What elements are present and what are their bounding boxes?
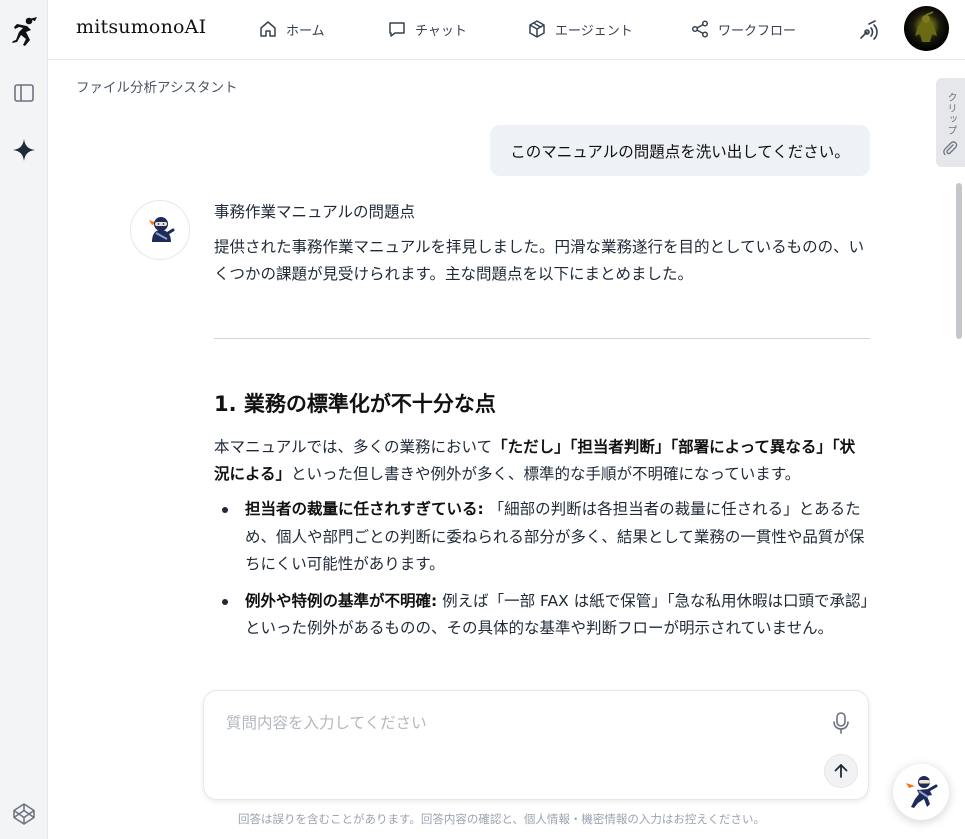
issue-list: 担当者の裁量に任されすぎている: 「細部の判断は各担当者の裁量に任される」とある… — [214, 496, 870, 652]
signal-icon[interactable] — [857, 18, 881, 42]
user-avatar[interactable] — [904, 6, 949, 51]
content-fade — [48, 668, 956, 692]
share-icon — [691, 20, 709, 38]
answer-intro: 提供された事務作業マニュアルを拝見しました。円滑な業務遂行を目的としているものの… — [214, 238, 865, 283]
assistant-fab-button[interactable] — [893, 764, 949, 820]
list-item-heading: 例外や特例の基準が不明確: — [245, 591, 438, 610]
nav-workflow[interactable]: ワークフロー — [690, 17, 796, 41]
codepen-icon[interactable] — [8, 798, 40, 830]
microphone-icon[interactable] — [830, 711, 852, 735]
paperclip-icon — [942, 140, 958, 160]
assistant-avatar — [130, 200, 190, 260]
home-icon — [260, 21, 276, 37]
chat-icon — [389, 22, 405, 37]
nav-workflow-label: ワークフロー — [718, 23, 797, 39]
section-heading: 1. 業務の標準化が不十分な点 — [214, 392, 496, 416]
para-text-before: 本マニュアルでは、多くの業務において — [214, 438, 493, 456]
disclaimer-text: 回答は誤りを含むことがあります。回答内容の確認と、個人情報・機密情報の入力はお控… — [237, 812, 766, 826]
chat-composer — [203, 690, 869, 800]
top-header: mitsumonoAI ホーム チャット エージェント ワークフロー — [48, 0, 965, 60]
app-logo-icon[interactable] — [8, 16, 40, 48]
ninja-icon — [149, 217, 175, 242]
nav-chat[interactable]: チャット — [387, 17, 467, 41]
user-message-text: このマニュアルの問題点を洗い出してください。 — [510, 142, 850, 161]
list-item: 例外や特例の基準が不明確: 例えば「一部 FAX は紙で保管」「急な私用休暇は口… — [214, 588, 870, 643]
list-item-heading: 担当者の裁量に任されすぎている: — [245, 500, 484, 518]
assistant-answer: 事務作業マニュアルの問題点 提供された事務作業マニュアルを拝見しました。円滑な業… — [214, 200, 870, 288]
left-rail — [0, 0, 48, 839]
nav-agent-label: エージェント — [555, 23, 633, 39]
answer-title: 事務作業マニュアルの問題点 — [214, 203, 416, 221]
nav-chat-label: チャット — [415, 23, 467, 39]
scrollbar-thumb[interactable] — [956, 183, 962, 339]
sidebar-toggle-icon[interactable] — [8, 77, 40, 109]
para-text-after: といった但し書きや例外が多く、標準的な手順が不明確になっています。 — [291, 465, 801, 483]
user-message: このマニュアルの問題点を洗い出してください。 — [490, 125, 870, 176]
send-button[interactable] — [824, 754, 858, 788]
list-item: 担当者の裁量に任されすぎている: 「細部の判断は各担当者の裁量に任される」とある… — [214, 496, 870, 579]
clip-tab-label: クリップ — [945, 92, 956, 136]
answer-divider — [214, 338, 870, 339]
sparkle-icon[interactable] — [8, 134, 40, 166]
cube-icon — [529, 20, 545, 38]
breadcrumb[interactable]: ファイル分析アシスタント — [76, 76, 237, 96]
nav-home-label: ホーム — [286, 23, 325, 39]
nav-home[interactable]: ホーム — [258, 17, 325, 41]
brand-title[interactable]: mitsumonoAI — [76, 16, 206, 38]
nav-agent[interactable]: エージェント — [527, 17, 633, 41]
arrow-up-icon — [834, 764, 848, 778]
running-ninja-icon — [906, 776, 938, 808]
section-paragraph: 本マニュアルでは、多くの業務において「ただし」「担当者判断」「部署によって異なる… — [214, 434, 870, 488]
question-input[interactable] — [226, 711, 806, 735]
